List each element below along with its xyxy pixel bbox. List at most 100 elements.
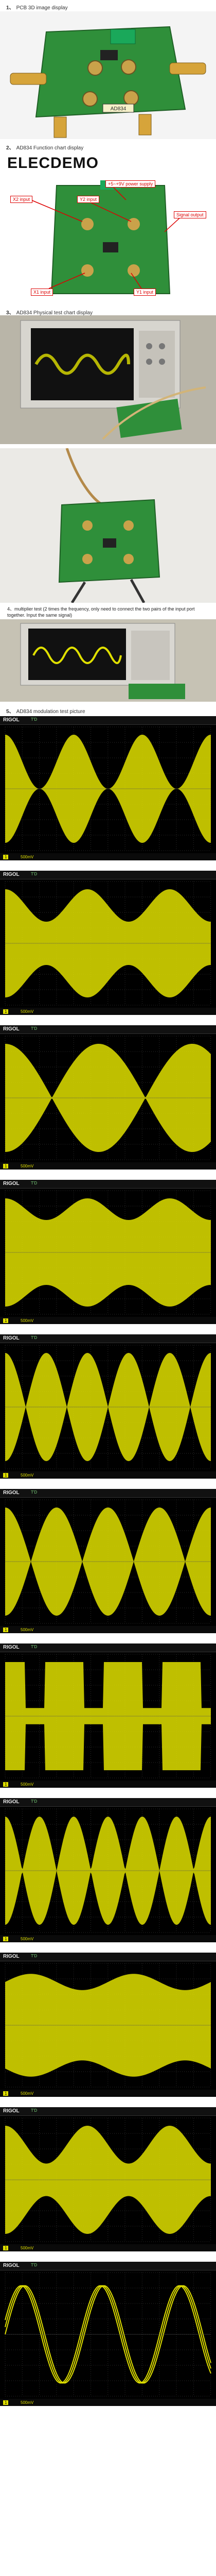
section-text: AD834 modulation test picture — [16, 709, 85, 715]
section-title-pcb: 1、 PCB 3D image display — [6, 3, 68, 11]
oscilloscope-screen: RIGOL T'D 1 500mV — [0, 1489, 216, 1633]
scope-footer: 1 500mV — [0, 1317, 216, 1324]
oscilloscope-screen: RIGOL T'D 1 500mV — [0, 1025, 216, 1170]
pcb-3d-image: AD834 — [0, 11, 216, 139]
scope-mode: T'D — [31, 1335, 38, 1340]
scope-mode: T'D — [31, 1026, 38, 1031]
waveform-plot — [5, 1808, 211, 1933]
multiplier-test-caption: 4、multiplier test (2 times the frequency… — [7, 606, 195, 618]
scope-logo: RIGOL — [3, 2108, 20, 2114]
scope-footer: 1 500mV — [0, 2399, 216, 2406]
oscilloscope-screen: RIGOL T'D 1 500mV — [0, 1180, 216, 1324]
scope-header: RIGOL T'D — [0, 1798, 216, 1807]
scope-logo: RIGOL — [3, 872, 20, 877]
scope-mode: T'D — [31, 1954, 38, 1958]
section-number: 2、 — [6, 145, 14, 151]
scope-channel-badge: 1 — [3, 1164, 9, 1168]
scope-header: RIGOL T'D — [0, 1334, 216, 1343]
scope-header: RIGOL T'D — [0, 1643, 216, 1652]
scope-logo: RIGOL — [3, 1954, 20, 1959]
scope-channel-scale: 500mV — [21, 2400, 34, 2405]
scope-channel-badge: 1 — [3, 1009, 9, 1014]
scope-logo: RIGOL — [3, 717, 20, 723]
label-power-supply: +5~+9V power supply — [105, 180, 156, 188]
scope-footer: 1 500mV — [0, 1781, 216, 1788]
function-chart-image — [0, 175, 216, 304]
section-title-modulation: 5、 AD834 modulation test picture — [6, 707, 85, 715]
scope-footer: 1 500mV — [0, 853, 216, 860]
scope-mode: T'D — [31, 2108, 38, 2113]
scope-mode: T'D — [31, 872, 38, 876]
section-text: AD834 Function chart display — [16, 145, 84, 151]
section-number: 1、 — [6, 5, 14, 11]
section-number: 5、 — [6, 709, 14, 715]
oscilloscope-screen: RIGOL T'D 1 500mV — [0, 1643, 216, 1788]
scope-mode: T'D — [31, 1645, 38, 1649]
board-closeup-photo — [0, 448, 216, 603]
waveform-plot — [5, 1036, 211, 1160]
section-title-physical: 3、 AD834 Physical test chart display — [6, 308, 93, 316]
scope-channel-scale: 500mV — [21, 2091, 34, 2096]
section-title-function: 2、 AD834 Function chart display — [6, 143, 83, 151]
scope-logo: RIGOL — [3, 1645, 20, 1650]
scope-header: RIGOL T'D — [0, 1025, 216, 1034]
oscilloscope-screen: RIGOL T'D 1 500mV — [0, 2262, 216, 2406]
section-text: PCB 3D image display — [16, 5, 68, 11]
scope-mode: T'D — [31, 2263, 38, 2267]
scope-mode: T'D — [31, 1490, 38, 1495]
scope-channel-scale: 500mV — [21, 2246, 34, 2250]
scope-mode: T'D — [31, 717, 38, 722]
waveform-plot — [5, 1963, 211, 2088]
brand-logo: ELECDEMO — [7, 155, 99, 172]
label-y1-input: Y1 input — [134, 289, 156, 296]
scope-footer: 1 500mV — [0, 1626, 216, 1633]
scope-logo: RIGOL — [3, 2263, 20, 2268]
multiplier-test-photo — [0, 619, 216, 702]
waveform-plot — [5, 1499, 211, 1624]
label-x2-input: X2 input — [10, 196, 33, 203]
scope-logo: RIGOL — [3, 1490, 20, 1496]
scope-channel-scale: 500mV — [21, 855, 34, 859]
scope-logo: RIGOL — [3, 1026, 20, 1032]
waveform-plot — [5, 726, 211, 851]
scope-header: RIGOL T'D — [0, 1953, 216, 1961]
oscilloscope-screen: RIGOL T'D 1 500mV — [0, 716, 216, 860]
scope-header: RIGOL T'D — [0, 1180, 216, 1189]
scope-channel-badge: 1 — [3, 2091, 9, 2096]
scope-channel-scale: 500mV — [21, 1473, 34, 1478]
scope-footer: 1 500mV — [0, 2244, 216, 2251]
scope-header: RIGOL T'D — [0, 871, 216, 879]
scope-header: RIGOL T'D — [0, 2262, 216, 2270]
scope-header: RIGOL T'D — [0, 2107, 216, 2116]
scope-channel-badge: 1 — [3, 1782, 9, 1787]
oscilloscope-screen: RIGOL T'D 1 500mV — [0, 1334, 216, 1479]
oscilloscope-screen: RIGOL T'D 1 500mV — [0, 2107, 216, 2251]
scope-logo: RIGOL — [3, 1181, 20, 1187]
scope-footer: 1 500mV — [0, 2090, 216, 2097]
scope-channel-scale: 500mV — [21, 1164, 34, 1168]
scope-logo: RIGOL — [3, 1335, 20, 1341]
scope-channel-badge: 1 — [3, 855, 9, 859]
scope-channel-badge: 1 — [3, 2246, 9, 2250]
waveform-plot — [5, 1654, 211, 1778]
waveform-plot — [5, 1345, 211, 1469]
scope-channel-badge: 1 — [3, 1473, 9, 1478]
waveform-plot — [5, 1190, 211, 1315]
waveform-plot — [5, 2272, 211, 2397]
scope-channel-badge: 1 — [3, 1628, 9, 1632]
scope-channel-scale: 500mV — [21, 1628, 34, 1632]
scope-header: RIGOL T'D — [0, 1489, 216, 1498]
scope-logo: RIGOL — [3, 1799, 20, 1805]
scope-channel-scale: 500mV — [21, 1782, 34, 1787]
scope-channel-scale: 500mV — [21, 1937, 34, 1941]
scope-mode: T'D — [31, 1181, 38, 1185]
scope-header: RIGOL T'D — [0, 716, 216, 725]
waveform-plot — [5, 881, 211, 1006]
label-x1-input: X1 input — [31, 289, 53, 296]
label-signal-output: Signal output — [174, 211, 206, 218]
waveform-plot — [5, 2117, 211, 2242]
scope-footer: 1 500mV — [0, 1162, 216, 1170]
scope-channel-badge: 1 — [3, 1318, 9, 1323]
scope-channel-badge: 1 — [3, 1937, 9, 1941]
scope-channel-badge: 1 — [3, 2400, 9, 2405]
